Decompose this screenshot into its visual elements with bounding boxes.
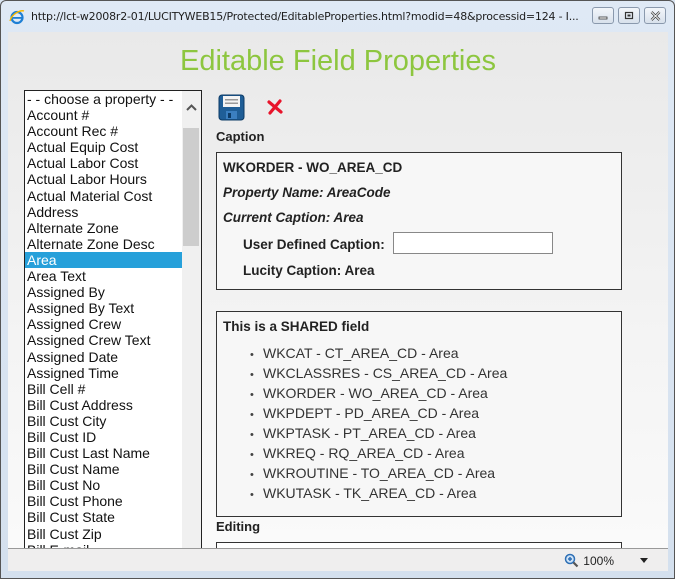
- caption-section-label: Caption: [216, 129, 265, 144]
- property-option[interactable]: Assigned By: [25, 284, 182, 300]
- property-option[interactable]: Actual Equip Cost: [25, 139, 182, 155]
- internet-explorer-icon: [9, 10, 25, 25]
- shared-field-title: This is a SHARED field: [223, 319, 370, 334]
- property-option[interactable]: Bill Cust State: [25, 509, 182, 525]
- property-listbox[interactable]: - - choose a property - - Account # Accoun…: [24, 90, 202, 548]
- property-list: - - choose a property - - Account # Accoun…: [25, 91, 182, 548]
- property-option[interactable]: Bill Cust Zip: [25, 526, 182, 542]
- caption-panel: WKORDER - WO_AREA_CD Property Name: Area…: [216, 152, 622, 290]
- window-title: http://lct-w2008r2-01/LUCITYWEB15/Protec…: [31, 10, 579, 23]
- zoom-dropdown-icon[interactable]: [640, 558, 648, 563]
- maximize-icon: [624, 11, 634, 20]
- property-option[interactable]: Actual Material Cost: [25, 188, 182, 204]
- user-defined-caption-label: User Defined Caption:: [243, 237, 385, 252]
- maximize-button[interactable]: [618, 7, 640, 24]
- shared-field-item: WKUTASK - TK_AREA_CD - Area: [250, 483, 507, 503]
- browser-window: http://lct-w2008r2-01/LUCITYWEB15/Protec…: [0, 0, 675, 579]
- property-option[interactable]: Alternate Zone: [25, 220, 182, 236]
- red-x-cancel-icon: [267, 99, 283, 115]
- shared-field-item: WKCAT - CT_AREA_CD - Area: [250, 343, 507, 363]
- shared-field-list: WKCAT - CT_AREA_CD - AreaWKCLASSRES - CS…: [250, 343, 507, 503]
- property-option[interactable]: Account Rec #: [25, 123, 182, 139]
- zoom-control[interactable]: 100%: [564, 553, 648, 568]
- shared-field-item: WKCLASSRES - CS_AREA_CD - Area: [250, 363, 507, 383]
- user-defined-caption-input[interactable]: [393, 232, 553, 254]
- lucity-caption: Lucity Caption: Area: [243, 263, 375, 278]
- property-option[interactable]: Address: [25, 204, 182, 220]
- zoom-magnifier-icon: [565, 553, 579, 568]
- toolbar: [216, 92, 290, 122]
- property-option[interactable]: Bill Cell #: [25, 381, 182, 397]
- shared-field-item: WKPTASK - PT_AREA_CD - Area: [250, 423, 507, 443]
- minimize-button[interactable]: [592, 7, 614, 24]
- shared-field-item: WKORDER - WO_AREA_CD - Area: [250, 383, 507, 403]
- shared-field-panel: This is a SHARED field WKCAT - CT_AREA_C…: [216, 311, 622, 517]
- property-option[interactable]: Actual Labor Cost: [25, 155, 182, 171]
- property-option[interactable]: Actual Labor Hours: [25, 171, 182, 187]
- current-caption: Current Caption: Area: [223, 210, 364, 225]
- property-option[interactable]: Bill Cust No: [25, 477, 182, 493]
- page-content: Editable Field Properties - - choose a p…: [8, 32, 668, 548]
- property-option[interactable]: Area Text: [25, 268, 182, 284]
- property-name: Property Name: AreaCode: [223, 185, 391, 200]
- minimize-icon: [598, 16, 608, 19]
- shared-field-item: WKROUTINE - TO_AREA_CD - Area: [250, 463, 507, 483]
- close-button[interactable]: [644, 7, 666, 24]
- property-option[interactable]: Area: [25, 251, 182, 269]
- save-button[interactable]: [216, 92, 246, 122]
- status-bar: 100%: [8, 548, 668, 571]
- title-bar[interactable]: http://lct-w2008r2-01/LUCITYWEB15/Protec…: [1, 1, 674, 32]
- property-option[interactable]: Assigned Date: [25, 349, 182, 365]
- scroll-up-arrow-icon[interactable]: [185, 101, 198, 114]
- property-option[interactable]: Bill Cust ID: [25, 429, 182, 445]
- shared-field-item: WKREQ - RQ_AREA_CD - Area: [250, 443, 507, 463]
- shared-field-item: WKPDEPT - PD_AREA_CD - Area: [250, 403, 507, 423]
- property-option[interactable]: Bill Cust Last Name: [25, 445, 182, 461]
- field-id: WKORDER - WO_AREA_CD: [223, 160, 403, 175]
- close-icon: [650, 10, 660, 21]
- property-option[interactable]: Account #: [25, 107, 182, 123]
- floppy-disk-save-icon: [218, 94, 244, 120]
- page-title: Editable Field Properties: [180, 45, 496, 77]
- listbox-scrollbar[interactable]: [182, 91, 201, 548]
- property-option[interactable]: Bill Cust Address: [25, 397, 182, 413]
- property-option[interactable]: Alternate Zone Desc: [25, 236, 182, 252]
- property-option[interactable]: Assigned Time: [25, 365, 182, 381]
- property-option[interactable]: Bill Cust City: [25, 413, 182, 429]
- property-option[interactable]: Assigned Crew Text: [25, 332, 182, 348]
- property-option[interactable]: Bill Cust Phone: [25, 493, 182, 509]
- property-option[interactable]: - - choose a property - -: [25, 91, 182, 107]
- zoom-level: 100%: [583, 553, 614, 568]
- cancel-button[interactable]: [260, 92, 290, 122]
- scroll-thumb[interactable]: [183, 128, 199, 246]
- property-option[interactable]: Bill Cust Name: [25, 461, 182, 477]
- editing-section-label: Editing: [216, 519, 261, 534]
- property-option[interactable]: Assigned Crew: [25, 316, 182, 332]
- property-option[interactable]: Assigned By Text: [25, 300, 182, 316]
